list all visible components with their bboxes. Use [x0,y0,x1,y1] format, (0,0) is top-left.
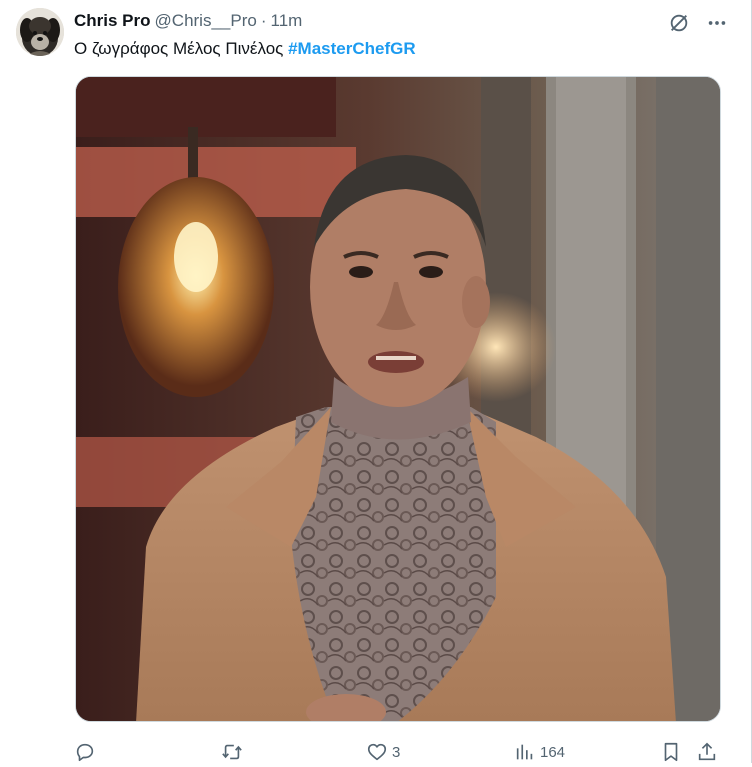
dog-avatar-icon [16,8,64,56]
hashtag-link[interactable]: #MasterChefGR [288,39,416,58]
author-name[interactable]: Chris Pro [74,11,151,31]
more-icon[interactable] [702,8,732,38]
timestamp[interactable]: 11m [271,11,303,31]
tweet-body: Ο ζωγράφος Μέλος Πινέλος [74,39,284,58]
like-count: 3 [392,743,401,761]
tweet-header: Chris Pro @Chris__Pro · 11m [74,10,302,32]
reply-icon [76,743,94,762]
heart-icon [367,743,387,761]
views-icon [516,744,533,760]
views-count: 164 [540,743,566,761]
author-handle[interactable]: @Chris__Pro [155,11,257,31]
bookmark-icon [664,742,678,762]
avatar[interactable] [16,8,64,56]
grok-icon[interactable] [664,8,694,38]
separator: · [260,11,267,30]
share-icon [698,742,716,761]
tweet-photo[interactable] [75,76,721,722]
tweet-top-actions [664,8,732,38]
tweet-text: Ο ζωγράφος Μέλος Πινέλος #MasterChefGR [74,38,416,60]
photo-image [76,77,720,721]
retweet-icon [222,744,242,760]
tweet-card[interactable]: Chris Pro @Chris__Pro · 11m Ο ζωγράφος Μ… [0,0,752,763]
